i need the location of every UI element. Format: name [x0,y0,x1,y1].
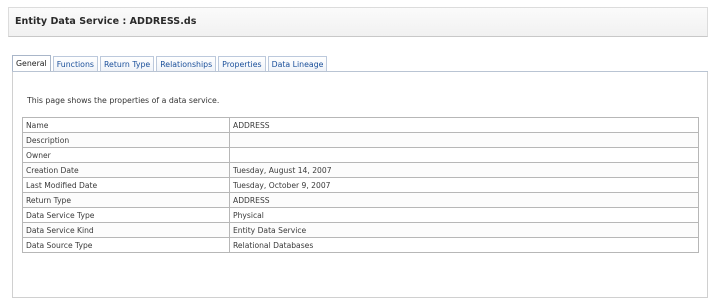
property-value: Relational Databases [229,237,699,253]
table-row: Owner [22,147,699,163]
property-value: ADDRESS [229,117,699,133]
property-name: Name [22,117,230,133]
property-value: Entity Data Service [229,222,699,238]
table-row: Description [22,132,699,148]
tab-data-lineage[interactable]: Data Lineage [267,56,328,72]
table-row: Creation Date Tuesday, August 14, 2007 [22,162,699,178]
property-value [229,147,699,163]
property-value: Tuesday, August 14, 2007 [229,162,699,178]
tab-properties[interactable]: Properties [218,56,266,72]
table-row: Last Modified Date Tuesday, October 9, 2… [22,177,699,193]
property-name: Data Source Type [22,237,230,253]
property-name: Description [22,132,230,148]
table-row: Name ADDRESS [22,117,699,133]
tab-functions[interactable]: Functions [52,56,98,72]
general-panel: This page shows the properties of a data… [12,72,708,298]
properties-table: Name ADDRESS Description Owner Creation … [22,117,699,253]
editor-title-bar: Entity Data Service : ADDRESS.ds [8,7,708,37]
table-row: Data Service Kind Entity Data Service [22,222,699,238]
tab-general[interactable]: General [12,55,51,72]
table-row: Data Source Type Relational Databases [22,237,699,253]
property-value: ADDRESS [229,192,699,208]
property-name: Last Modified Date [22,177,230,193]
property-value: Physical [229,207,699,223]
editor-window: Entity Data Service : ADDRESS.ds General… [0,0,716,304]
property-name: Return Type [22,192,230,208]
property-name: Data Service Kind [22,222,230,238]
property-value: Tuesday, October 9, 2007 [229,177,699,193]
editor-title: Entity Data Service : ADDRESS.ds [15,16,197,27]
tab-relationships[interactable]: Relationships [156,56,217,72]
tab-return-type[interactable]: Return Type [99,56,155,72]
property-name: Data Service Type [22,207,230,223]
tab-strip: General Functions Return Type Relationsh… [12,55,329,72]
property-name: Creation Date [22,162,230,178]
panel-description: This page shows the properties of a data… [27,96,220,105]
table-row: Return Type ADDRESS [22,192,699,208]
property-value [229,132,699,148]
table-row: Data Service Type Physical [22,207,699,223]
property-name: Owner [22,147,230,163]
